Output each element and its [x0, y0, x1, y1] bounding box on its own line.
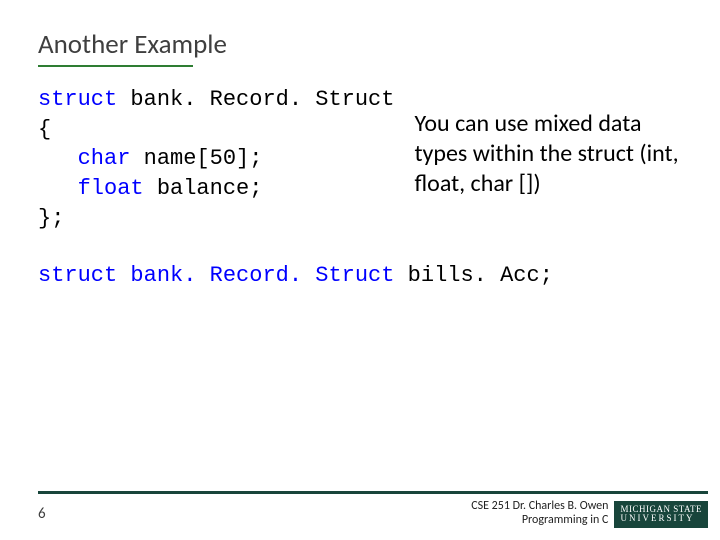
title-underline	[38, 65, 193, 67]
page-number: 6	[38, 505, 46, 523]
footer-credit-line2: Programming in C	[471, 514, 608, 528]
member-balance: balance;	[144, 176, 263, 201]
footer-right: CSE 251 Dr. Charles B. Owen Programming …	[471, 500, 708, 528]
member-name: name[50];	[130, 146, 262, 171]
footer-divider	[38, 491, 708, 494]
brace-close: };	[38, 206, 64, 231]
content-row: struct bank. Record. Struct { char name[…	[38, 85, 682, 233]
decl-type: bank. Record. Struct	[117, 263, 394, 288]
slide: Another Example struct bank. Record. Str…	[0, 0, 720, 540]
slide-title: Another Example	[38, 28, 682, 61]
keyword-struct: struct	[38, 87, 117, 112]
footer-credit-line1: CSE 251 Dr. Charles B. Owen	[471, 500, 608, 514]
decl-variable: bills. Acc;	[394, 263, 552, 288]
footer-credits: CSE 251 Dr. Charles B. Owen Programming …	[471, 500, 608, 528]
brace-open: {	[38, 117, 51, 142]
explanation-text: You can use mixed data types within the …	[414, 85, 682, 199]
keyword-char: char	[78, 146, 131, 171]
struct-definition-code: struct bank. Record. Struct { char name[…	[38, 85, 394, 233]
struct-type-name: bank. Record. Struct	[117, 87, 394, 112]
keyword-float: float	[78, 176, 144, 201]
logo-text-bottom: UNIVERSITY	[620, 514, 702, 523]
keyword-struct-decl: struct	[38, 263, 117, 288]
footer-row: 6 CSE 251 Dr. Charles B. Owen Programmin…	[38, 500, 708, 528]
msu-logo: MICHIGAN STATE UNIVERSITY	[614, 501, 708, 528]
struct-declaration-code: struct bank. Record. Struct bills. Acc;	[38, 263, 682, 288]
slide-footer: 6 CSE 251 Dr. Charles B. Owen Programmin…	[0, 491, 720, 528]
